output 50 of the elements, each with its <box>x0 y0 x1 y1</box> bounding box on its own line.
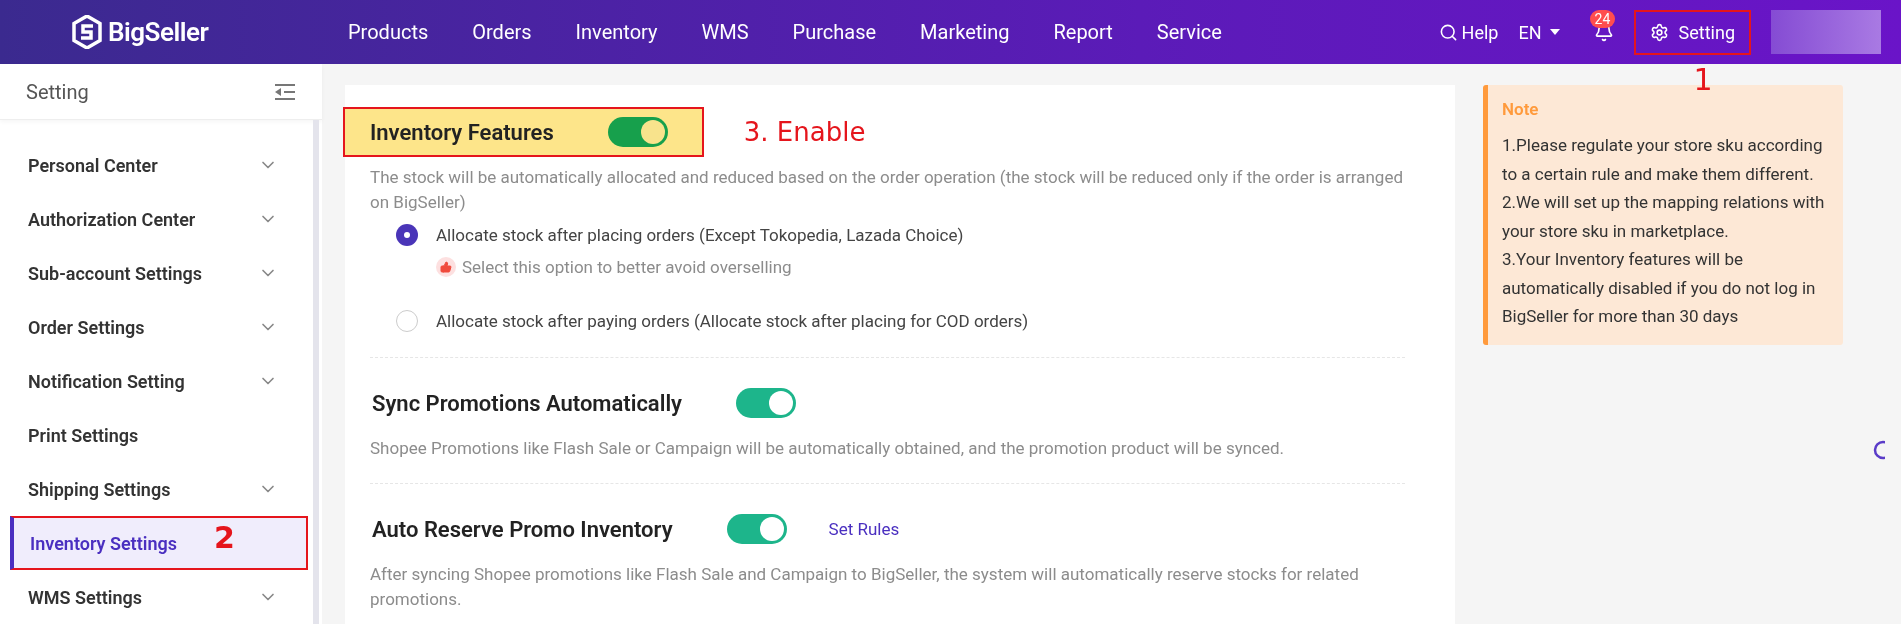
sidebar-item[interactable]: Authorization Center <box>10 192 308 246</box>
note-text: 3.Your Inventory features will be automatically disabled if you do not log in BigSeller for more than 30 days <box>1502 248 1817 328</box>
sidebar-item[interactable]: Personal Center <box>10 138 308 192</box>
magnifier-icon <box>1871 440 1885 462</box>
nav-link[interactable]: Inventory <box>553 20 680 44</box>
section-description: After syncing Shopee promotions like Flash Sale and Campaign to BigSeller, the system will automatically reserve stocks for related promotions. <box>370 563 1360 611</box>
toggle-switch[interactable] <box>607 117 668 147</box>
nav-link[interactable]: WMS <box>679 20 771 44</box>
note-text: 1.Please regulate your store sku according to a certain rule and make them different. <box>1502 134 1824 186</box>
language-select[interactable]: EN <box>1518 21 1560 43</box>
section-title: Inventory Features <box>370 119 554 145</box>
callout-text: 3. Enable <box>743 117 866 147</box>
sidebar-item[interactable]: Print Settings <box>10 408 308 462</box>
nav-link[interactable]: Products <box>326 20 451 44</box>
sidebar-item[interactable]: Order Settings <box>10 300 308 354</box>
section-description: Shopee Promotions like Flash Sale or Campaign will be automatically obtained, and the promotion product will be synced. <box>370 437 1286 460</box>
note-text: 2.We will set up the mapping relations with your store sku in marketplace. <box>1502 191 1825 243</box>
set-rules-link[interactable]: Set Rules <box>828 519 900 539</box>
toggle-switch[interactable] <box>736 388 797 418</box>
toggle-switch[interactable] <box>726 514 787 544</box>
sidebar-item[interactable]: Shipping Settings <box>10 462 308 516</box>
radio-button[interactable] <box>396 224 418 246</box>
radio-option[interactable]: Allocate stock after paying orders (Allocate stock after placing for COD orders) <box>396 307 1405 335</box>
note-title: Note <box>1502 99 1540 119</box>
sidebar-item[interactable]: Inventory Settings 2 <box>10 516 308 570</box>
nav-link[interactable]: Marketing <box>898 20 1032 44</box>
help-link[interactable]: Help <box>1438 21 1499 43</box>
logo-icon <box>72 15 102 49</box>
nav-link[interactable]: Report <box>1031 20 1135 44</box>
callout-number: 1 <box>1693 61 1713 97</box>
radio-option[interactable]: Allocate stock after placing orders (Except Tokopedia, Lazada Choice) <box>396 221 1405 249</box>
callout-number: 2 <box>214 520 235 555</box>
notification-count: 24 <box>1589 10 1616 28</box>
section-title: Auto Reserve Promo Inventory <box>372 516 673 542</box>
radio-button[interactable] <box>396 310 418 332</box>
collapse-icon <box>274 82 296 101</box>
search-icon <box>1438 22 1458 42</box>
nav-link[interactable]: Purchase <box>770 20 899 44</box>
sidebar-item[interactable]: Sub-account Settings <box>10 246 308 300</box>
sidebar-item[interactable]: WMS Settings <box>10 570 308 624</box>
nav-link[interactable]: Orders <box>450 20 554 44</box>
section-title: Sync Promotions Automatically <box>372 390 683 416</box>
sidebar-title: Setting <box>26 79 89 104</box>
section-description: The stock will be automatically allocated and reduced based on the order operation (the stock will be reduced only if the order is arranged on BigSeller) <box>370 166 1404 214</box>
option-hint: Select this option to better avoid overselling <box>462 257 792 277</box>
logo-text: BigSeller <box>108 17 209 47</box>
sidebar-item[interactable]: Notification Setting <box>10 354 308 408</box>
settings-icon <box>1649 22 1669 42</box>
thumbs-up-icon <box>436 257 456 277</box>
nav-link[interactable]: Service <box>1134 20 1244 44</box>
